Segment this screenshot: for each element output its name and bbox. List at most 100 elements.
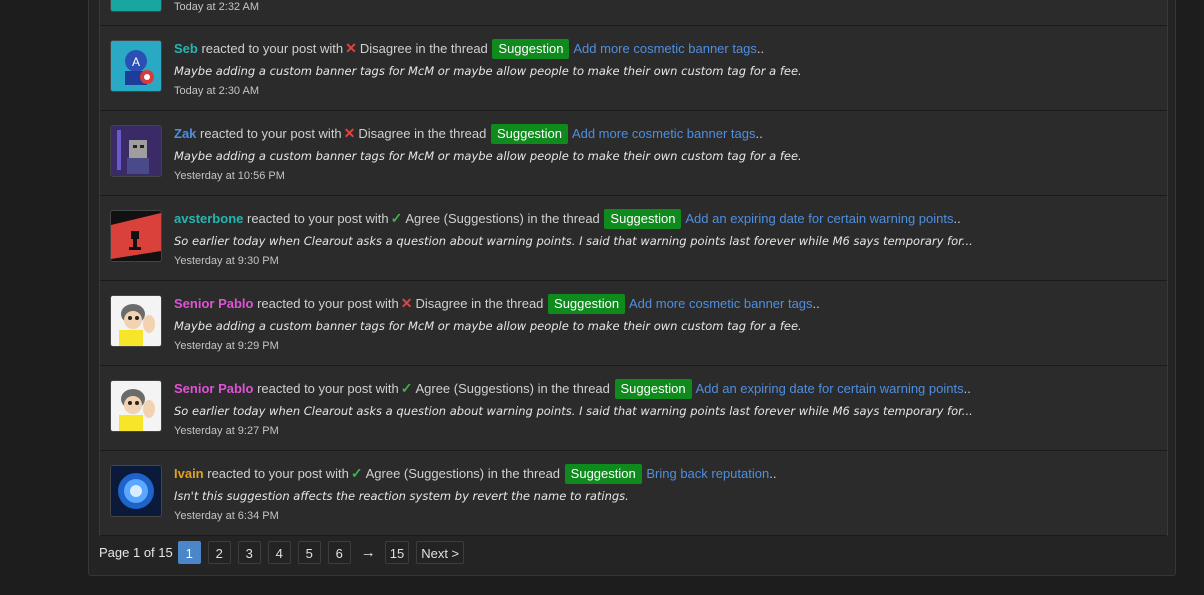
- username-link[interactable]: avsterbone: [174, 211, 243, 226]
- alert-row: Zak reacted to your post with ✕ Disagree i…: [100, 111, 1167, 196]
- alert-mid-text: in the thread: [527, 211, 600, 226]
- reaction-name: Disagree: [358, 126, 411, 141]
- page-skip-arrow: →: [360, 543, 376, 561]
- page-button-1[interactable]: 1: [177, 540, 201, 564]
- alert-row: Ivain reacted to your post with ✓ Agree (S…: [100, 451, 1167, 536]
- alert-text: Senior Pablo reacted to your post with ✕ D…: [174, 294, 820, 314]
- alert-text: Seb reacted to your post with ✕ Disagree i…: [174, 39, 764, 59]
- alert-row: Senior Pablo reacted to your post with ✓ A…: [100, 366, 1167, 451]
- thread-link[interactable]: Add more cosmetic banner tags: [572, 126, 756, 141]
- reaction-name: Disagree: [359, 41, 412, 56]
- next-page-button[interactable]: Next >: [416, 540, 465, 564]
- page-button-last[interactable]: 15: [384, 540, 410, 564]
- thread-prefix-tag[interactable]: Suggestion: [604, 209, 682, 229]
- purple-knight-avatar: [111, 126, 161, 176]
- alert-text: Ivain reacted to your post with ✓ Agree (S…: [174, 464, 776, 484]
- alert-mid-text: in the thread: [414, 126, 487, 141]
- alert-action-text: reacted to your post with: [247, 211, 389, 226]
- thread-link[interactable]: Add more cosmetic banner tags: [573, 41, 757, 56]
- alert-time: Yesterday at 6:34 PM: [174, 510, 279, 522]
- avatar[interactable]: [110, 380, 162, 432]
- svg-text:A: A: [132, 55, 140, 69]
- post-snippet: Maybe adding a custom banner tags for Mc…: [174, 64, 802, 78]
- cartoon-guy-avatar: [111, 381, 161, 431]
- page-button-6[interactable]: 6: [327, 540, 351, 564]
- alert-text: avsterbone reacted to your post with ✓ Agr…: [174, 209, 961, 229]
- post-snippet: Isn't this suggestion affects the reacti…: [174, 489, 629, 503]
- alert-time: Today at 2:32 AM: [174, 1, 259, 13]
- thread-link-tail: ..: [963, 381, 971, 396]
- alert-time: Yesterday at 9:29 PM: [174, 340, 279, 352]
- avatar[interactable]: A: [110, 40, 162, 92]
- thread-link[interactable]: Add an expiring date for certain warning…: [685, 211, 953, 226]
- post-snippet: Maybe adding a custom banner tags for Mc…: [174, 149, 802, 163]
- alert-mid-text: in the thread: [471, 296, 544, 311]
- cross-icon: ✕: [343, 125, 356, 141]
- avatar[interactable]: [110, 465, 162, 517]
- reaction-name: Agree (Suggestions): [415, 381, 534, 396]
- check-icon: ✓: [350, 465, 363, 481]
- username-link[interactable]: Senior Pablo: [174, 296, 253, 311]
- reaction-name: Agree (Suggestions): [365, 466, 485, 481]
- username-link[interactable]: Senior Pablo: [174, 381, 253, 396]
- thread-prefix-tag[interactable]: Suggestion: [492, 39, 570, 59]
- page-indicator: Page 1 of 15: [99, 544, 173, 560]
- alert-text: Zak reacted to your post with ✕ Disagree i…: [174, 124, 763, 144]
- alert-action-text: reacted to your post with: [257, 381, 399, 396]
- username-link[interactable]: Seb: [174, 41, 198, 56]
- alert-text: Senior Pablo reacted to your post with ✓ A…: [174, 379, 971, 399]
- reaction-name: Disagree: [415, 296, 468, 311]
- reaction-name: Agree (Suggestions): [405, 211, 524, 226]
- alert-action-text: reacted to your post with: [207, 466, 349, 481]
- alert-mid-text: in the thread: [537, 381, 610, 396]
- thread-link-tail: ..: [756, 41, 765, 56]
- captain-america-avatar: A: [111, 41, 161, 91]
- thread-link[interactable]: Add an expiring date for certain warning…: [695, 381, 963, 396]
- blue-orb-avatar: [111, 466, 161, 516]
- alert-row: Today at 2:32 AM: [100, 0, 1167, 26]
- page-button-4[interactable]: 4: [267, 540, 291, 564]
- thread-prefix-tag[interactable]: Suggestion: [548, 294, 626, 314]
- alert-mid-text: in the thread: [487, 466, 561, 481]
- page-button-2[interactable]: 2: [207, 540, 231, 564]
- alerts-list: Today at 2:32 AM A Seb reacted to your po…: [99, 0, 1168, 536]
- avatar[interactable]: [110, 125, 162, 177]
- post-snippet: So earlier today when Clearout asks a qu…: [174, 404, 973, 418]
- alert-time: Yesterday at 9:27 PM: [174, 425, 279, 437]
- alert-action-text: reacted to your post with: [257, 296, 399, 311]
- cross-icon: ✕: [400, 295, 413, 311]
- alert-row: Senior Pablo reacted to your post with ✕ D…: [100, 281, 1167, 366]
- avatar[interactable]: [110, 210, 162, 262]
- thread-link[interactable]: Add more cosmetic banner tags: [629, 296, 813, 311]
- thread-prefix-tag[interactable]: Suggestion: [490, 124, 569, 144]
- cartoon-guy-avatar: [111, 296, 161, 346]
- alert-action-text: reacted to your post with: [201, 41, 344, 56]
- thread-prefix-tag[interactable]: Suggestion: [564, 464, 642, 484]
- avatar[interactable]: [110, 0, 162, 12]
- red-ninja-avatar: [111, 211, 161, 261]
- thread-link[interactable]: Bring back reputation: [646, 466, 769, 481]
- alert-time: Yesterday at 10:56 PM: [174, 170, 285, 182]
- cross-icon: ✕: [345, 40, 357, 56]
- alert-mid-text: in the thread: [415, 41, 488, 56]
- alert-time: Yesterday at 9:30 PM: [174, 255, 279, 267]
- page-button-5[interactable]: 5: [297, 540, 321, 564]
- thread-prefix-tag[interactable]: Suggestion: [614, 379, 692, 399]
- thread-link-tail: ..: [755, 126, 763, 141]
- alert-row: A Seb reacted to your post with ✕ Disagree …: [100, 26, 1167, 111]
- username-link[interactable]: Ivain: [174, 466, 204, 481]
- post-snippet: So earlier today when Clearout asks a qu…: [174, 234, 973, 248]
- alert-time: Today at 2:30 AM: [174, 85, 259, 97]
- avatar[interactable]: [110, 295, 162, 347]
- page-button-3[interactable]: 3: [237, 540, 261, 564]
- alert-action-text: reacted to your post with: [200, 126, 342, 141]
- thread-link-tail: ..: [953, 211, 961, 226]
- check-icon: ✓: [400, 380, 413, 396]
- alert-row: avsterbone reacted to your post with ✓ Agr…: [100, 196, 1167, 281]
- check-icon: ✓: [390, 210, 403, 226]
- username-link[interactable]: Zak: [174, 126, 196, 141]
- thread-link-tail: ..: [769, 466, 777, 481]
- post-snippet: Maybe adding a custom banner tags for Mc…: [174, 319, 802, 333]
- thread-link-tail: ..: [812, 296, 820, 311]
- pagination: Page 1 of 15 123456 → 15 Next >: [99, 539, 471, 565]
